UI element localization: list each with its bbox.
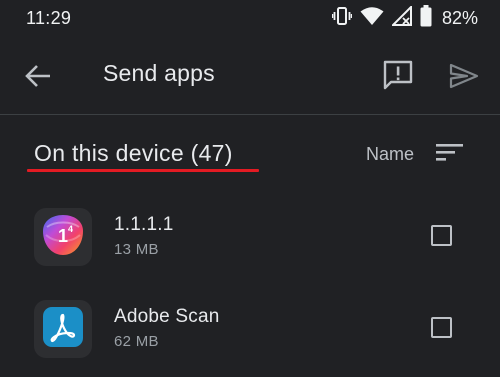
adobe-scan-icon xyxy=(41,305,85,354)
app-checkbox[interactable] xyxy=(431,317,452,338)
send-apps-screen: 11:29 82% Send apps On this device (47) … xyxy=(0,0,500,377)
send-button[interactable] xyxy=(448,60,480,92)
list-item[interactable]: 1 4 1.1.1.1 13 MB xyxy=(0,208,500,298)
svg-text:4: 4 xyxy=(68,224,73,234)
cloudflare-warp-icon: 1 4 xyxy=(41,213,85,262)
app-name: Adobe Scan xyxy=(114,306,220,327)
app-name: 1.1.1.1 xyxy=(114,214,174,235)
list-item[interactable]: Adobe Scan 62 MB xyxy=(0,300,500,377)
status-bar: 11:29 82% xyxy=(0,0,500,36)
status-icons: 82% xyxy=(331,4,478,32)
arrow-back-icon xyxy=(22,65,54,96)
app-checkbox[interactable] xyxy=(431,225,452,246)
svg-text:1: 1 xyxy=(58,226,68,246)
app-bar: Send apps xyxy=(0,36,500,114)
section-title-underline xyxy=(27,169,259,172)
battery-icon xyxy=(420,4,432,32)
status-time: 11:29 xyxy=(26,8,72,28)
sort-control[interactable]: Name xyxy=(366,139,464,169)
feedback-icon xyxy=(381,60,415,96)
section-title[interactable]: On this device (47) xyxy=(34,140,233,167)
vibrate-icon xyxy=(331,5,353,32)
back-button[interactable] xyxy=(22,60,54,92)
section-header: On this device (47) Name xyxy=(0,115,500,185)
cellular-no-signal-icon xyxy=(390,4,412,31)
app-size: 62 MB xyxy=(114,333,159,350)
sort-label: Name xyxy=(366,143,415,164)
send-icon xyxy=(448,63,480,96)
app-size: 13 MB xyxy=(114,241,159,258)
app-icon xyxy=(34,300,92,358)
battery-percent: 82% xyxy=(441,7,478,28)
page-title: Send apps xyxy=(103,60,215,86)
app-icon: 1 4 xyxy=(34,208,92,266)
sort-icon xyxy=(436,141,464,168)
wifi-icon xyxy=(360,6,384,31)
feedback-button[interactable] xyxy=(381,58,415,92)
